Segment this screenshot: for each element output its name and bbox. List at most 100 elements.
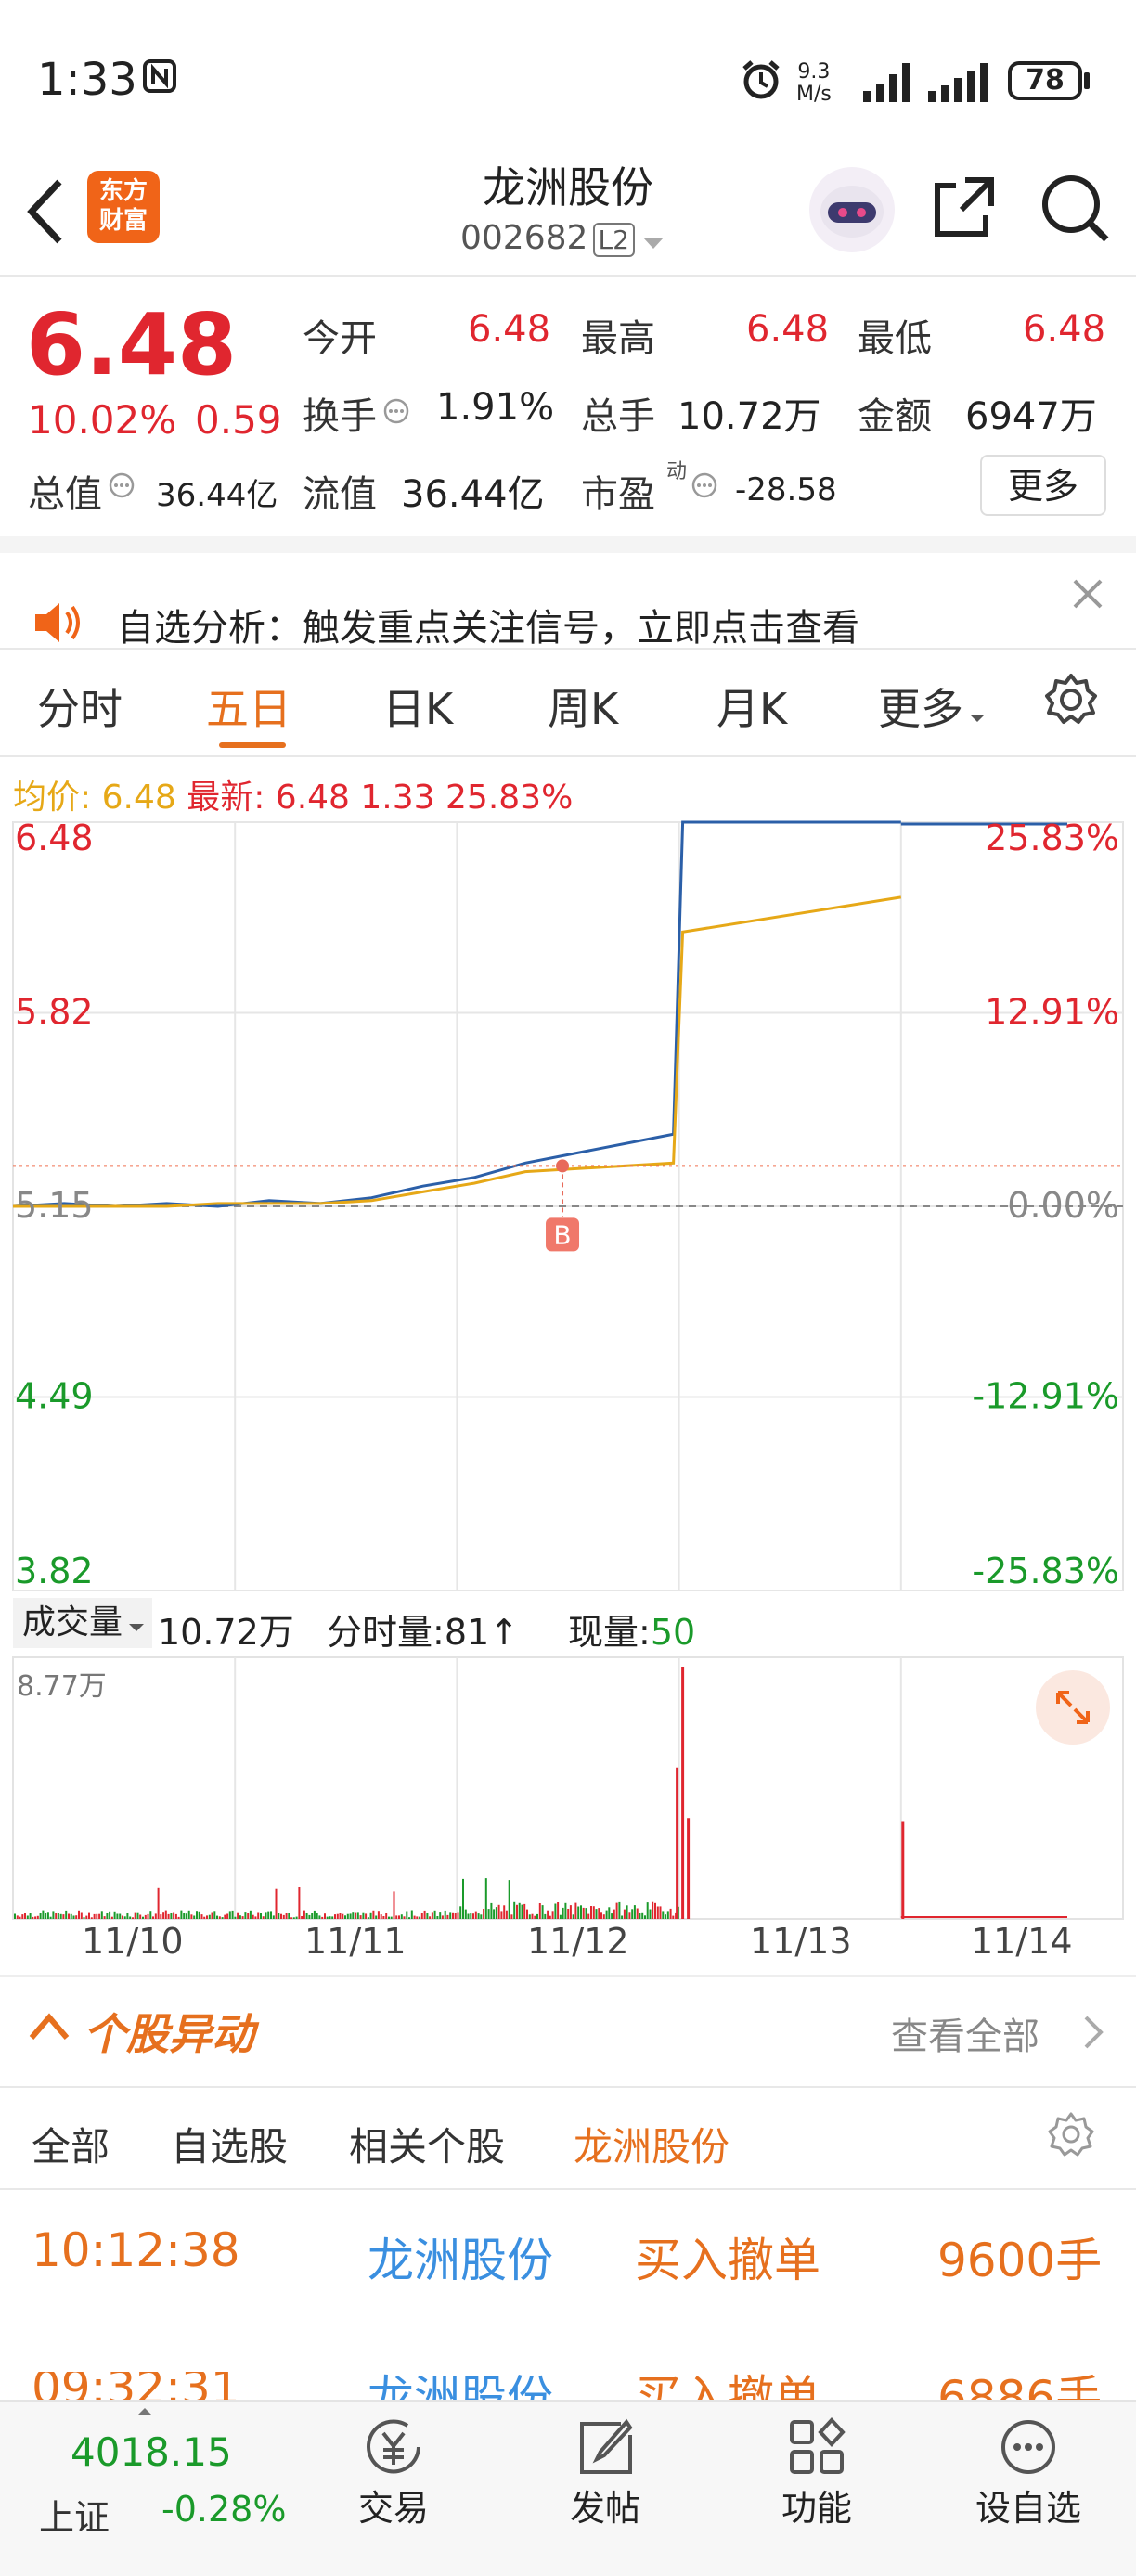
alert-text[interactable]: 自选分析：触发重点关注信号，立即点击查看 (117, 598, 859, 651)
list-item[interactable]: 10:12:38 龙洲股份 买入撤单 9600手 (0, 2223, 1136, 2307)
movement-tab-related[interactable]: 相关个股 (349, 2116, 505, 2172)
current-price: 6.48 (26, 295, 237, 394)
info-icon[interactable] (108, 471, 136, 503)
signal-icon-2 (924, 59, 995, 108)
search-icon[interactable] (1038, 171, 1112, 249)
net-speed-value: 9.3 (797, 60, 831, 84)
nav-trade[interactable]: 交易 (329, 2415, 458, 2531)
share-icon[interactable] (928, 173, 999, 247)
list-item[interactable]: 09:32:31 龙洲股份 买入撤单 6886手 (0, 2372, 1136, 2400)
x-tick-label: 11/13 (750, 1921, 852, 1962)
index-name: 上证 (39, 2497, 110, 2538)
signal-icon (861, 59, 917, 108)
mcap-value: 36.44亿 (156, 477, 278, 514)
movement-type: 买入撤单 (635, 2372, 820, 2400)
nav-functions[interactable]: 功能 (752, 2415, 882, 2531)
movement-time: 10:12:38 (32, 2223, 240, 2277)
volume-label: 成交量 (22, 1604, 123, 1642)
y-tick-label-right: 25.83% (985, 818, 1119, 858)
avg-value: 6.48 (101, 779, 176, 817)
open-label: 今开 (303, 317, 377, 360)
high-label: 最高 (581, 317, 655, 360)
grid-icon (790, 2417, 846, 2474)
movement-tab-all[interactable]: 全部 (32, 2116, 110, 2172)
close-icon[interactable] (1067, 573, 1108, 618)
movement-time: 09:32:31 (32, 2372, 240, 2400)
nfc-icon (141, 58, 178, 95)
movement-title: 个股异动 (84, 2009, 254, 2059)
low-label: 最低 (858, 317, 932, 360)
speaker-icon (32, 599, 84, 650)
tick-volume-row: 分时量:81↑ (327, 1604, 519, 1655)
index-value[interactable]: 4018.15 (71, 2429, 232, 2475)
pe-value: -28.58 (735, 471, 837, 509)
x-tick-label: 11/11 (304, 1921, 407, 1962)
section-gap (0, 536, 1136, 553)
movement-stock[interactable]: 龙洲股份 (368, 2372, 553, 2400)
movement-qty: 9600手 (937, 2234, 1103, 2287)
tab-weekly-k[interactable]: 周K (548, 676, 618, 737)
up-caret-icon (136, 2403, 154, 2421)
net-speed-unit: M/s (796, 83, 832, 106)
nav-add-watchlist-label: 设自选 (975, 2488, 1081, 2529)
low-value: 6.48 (1023, 308, 1106, 351)
amount-label: 金额 (858, 395, 932, 438)
tab-more-label: 更多 (878, 684, 963, 734)
nav-add-watchlist[interactable]: 设自选 (963, 2415, 1093, 2531)
volume-selector[interactable]: 成交量 (13, 1598, 152, 1648)
collapse-chevron-icon[interactable] (28, 2006, 71, 2047)
last-value: 6.48 (275, 779, 350, 817)
volume-frame (12, 1656, 1124, 1920)
nav-functions-label: 功能 (781, 2488, 852, 2529)
y-tick-label-right: -25.83% (972, 1551, 1119, 1591)
settings-gear-icon[interactable] (1043, 672, 1099, 731)
alert-divider (0, 648, 1136, 650)
info-icon[interactable] (691, 471, 718, 503)
tab-five-day[interactable]: 五日 (206, 676, 291, 737)
volume-max: 8.77万 (17, 1670, 107, 1703)
chevron-right-icon[interactable] (1080, 2014, 1106, 2054)
chg-value: 1.33 (360, 779, 435, 817)
avg-label: 均价: (13, 779, 92, 817)
tab-daily-k[interactable]: 日K (382, 676, 453, 737)
nav-post-label: 发帖 (569, 2488, 640, 2529)
level-badge: L2 (592, 223, 635, 257)
battery-icon: 78 (1008, 61, 1082, 100)
nav-post[interactable]: 发帖 (540, 2415, 670, 2531)
float-label: 流值 (303, 473, 377, 516)
tab-more[interactable]: 更多 (878, 676, 987, 737)
more-button[interactable]: 更多 (980, 455, 1106, 516)
tick-volume-value: 81↑ (444, 1612, 520, 1653)
volume-total: 10.72万 (158, 1612, 294, 1653)
high-value: 6.48 (746, 308, 830, 351)
y-tick-label-left: 3.82 (15, 1551, 94, 1591)
movement-divider (0, 2086, 1136, 2088)
movement-stock[interactable]: 龙洲股份 (368, 2223, 553, 2290)
settings-gear-icon[interactable] (1047, 2110, 1095, 2162)
index-change: -0.28% (161, 2489, 287, 2530)
tabs-divider (0, 755, 1136, 757)
change-percent: 10.02% (28, 397, 177, 443)
movement-qty: 6886手 (937, 2372, 1103, 2400)
expand-icon[interactable] (1036, 1670, 1110, 1745)
movement-type: 买入撤单 (635, 2234, 820, 2287)
buy-marker-label: B (553, 1219, 571, 1250)
y-tick-label-left: 5.82 (15, 991, 94, 1032)
now-volume-value: 50 (650, 1612, 696, 1653)
volume-chart[interactable] (0, 1652, 1136, 1921)
turnover-label: 换手 (303, 395, 377, 438)
price-chart[interactable]: B 6.48 25.83% 5.82 12.91% 5.15 0.00% 4.49 -12.91… (0, 817, 1136, 1596)
price-info-line: 均价: 6.48 最新: 6.48 1.33 25.83% (13, 770, 573, 818)
view-all-link[interactable]: 查看全部 (891, 2006, 1039, 2060)
assistant-robot-icon[interactable] (809, 167, 895, 252)
header-divider (0, 275, 1136, 277)
pe-dynamic-sup: 动 (666, 460, 688, 483)
info-icon[interactable] (382, 397, 410, 429)
nav-trade-label: 交易 (357, 2488, 429, 2529)
stock-code: 002682 (460, 219, 588, 257)
tab-intraday[interactable]: 分时 (37, 676, 123, 737)
stock-code-row[interactable]: 002682 L2 (460, 219, 667, 257)
tab-monthly-k[interactable]: 月K (716, 676, 787, 737)
movement-tab-current[interactable]: 龙洲股份 (574, 2116, 729, 2172)
movement-tab-watchlist[interactable]: 自选股 (171, 2116, 288, 2172)
